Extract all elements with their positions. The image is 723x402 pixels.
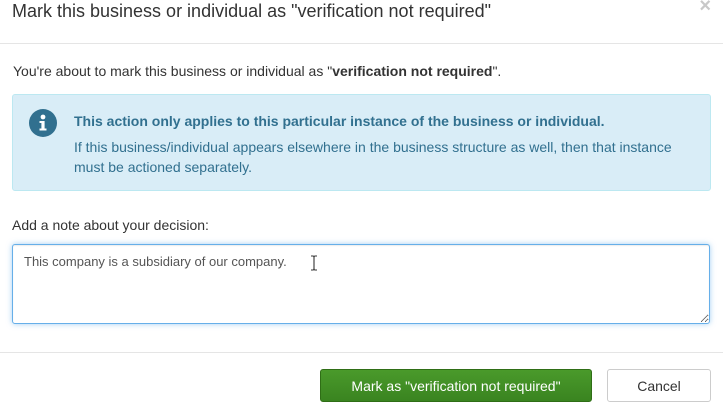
text-cursor-icon [311, 255, 317, 271]
close-icon[interactable]: × [699, 0, 711, 16]
intro-text: You're about to mark this business or in… [13, 62, 501, 80]
intro-bold-status: verification not required [332, 63, 493, 79]
note-textarea[interactable]: This company is a subsidiary of our comp… [12, 244, 710, 324]
cancel-button[interactable]: Cancel [607, 369, 711, 402]
alert-heading: This action only applies to this particu… [74, 113, 605, 129]
modal-footer: Mark as "verification not required" Canc… [0, 352, 723, 402]
intro-prefix: You're about to mark this business or in… [13, 63, 333, 79]
note-label: Add a note about your decision: [12, 217, 209, 233]
intro-suffix: ". [492, 63, 502, 79]
mark-verification-not-required-button[interactable]: Mark as "verification not required" [320, 369, 592, 402]
verification-modal: Mark this business or individual as "ver… [0, 0, 723, 402]
modal-title: Mark this business or individual as "ver… [12, 1, 492, 21]
modal-header: Mark this business or individual as "ver… [0, 0, 723, 44]
info-icon [29, 109, 57, 137]
alert-body: If this business/individual appears else… [74, 139, 672, 175]
info-alert: This action only applies to this particu… [12, 94, 711, 191]
